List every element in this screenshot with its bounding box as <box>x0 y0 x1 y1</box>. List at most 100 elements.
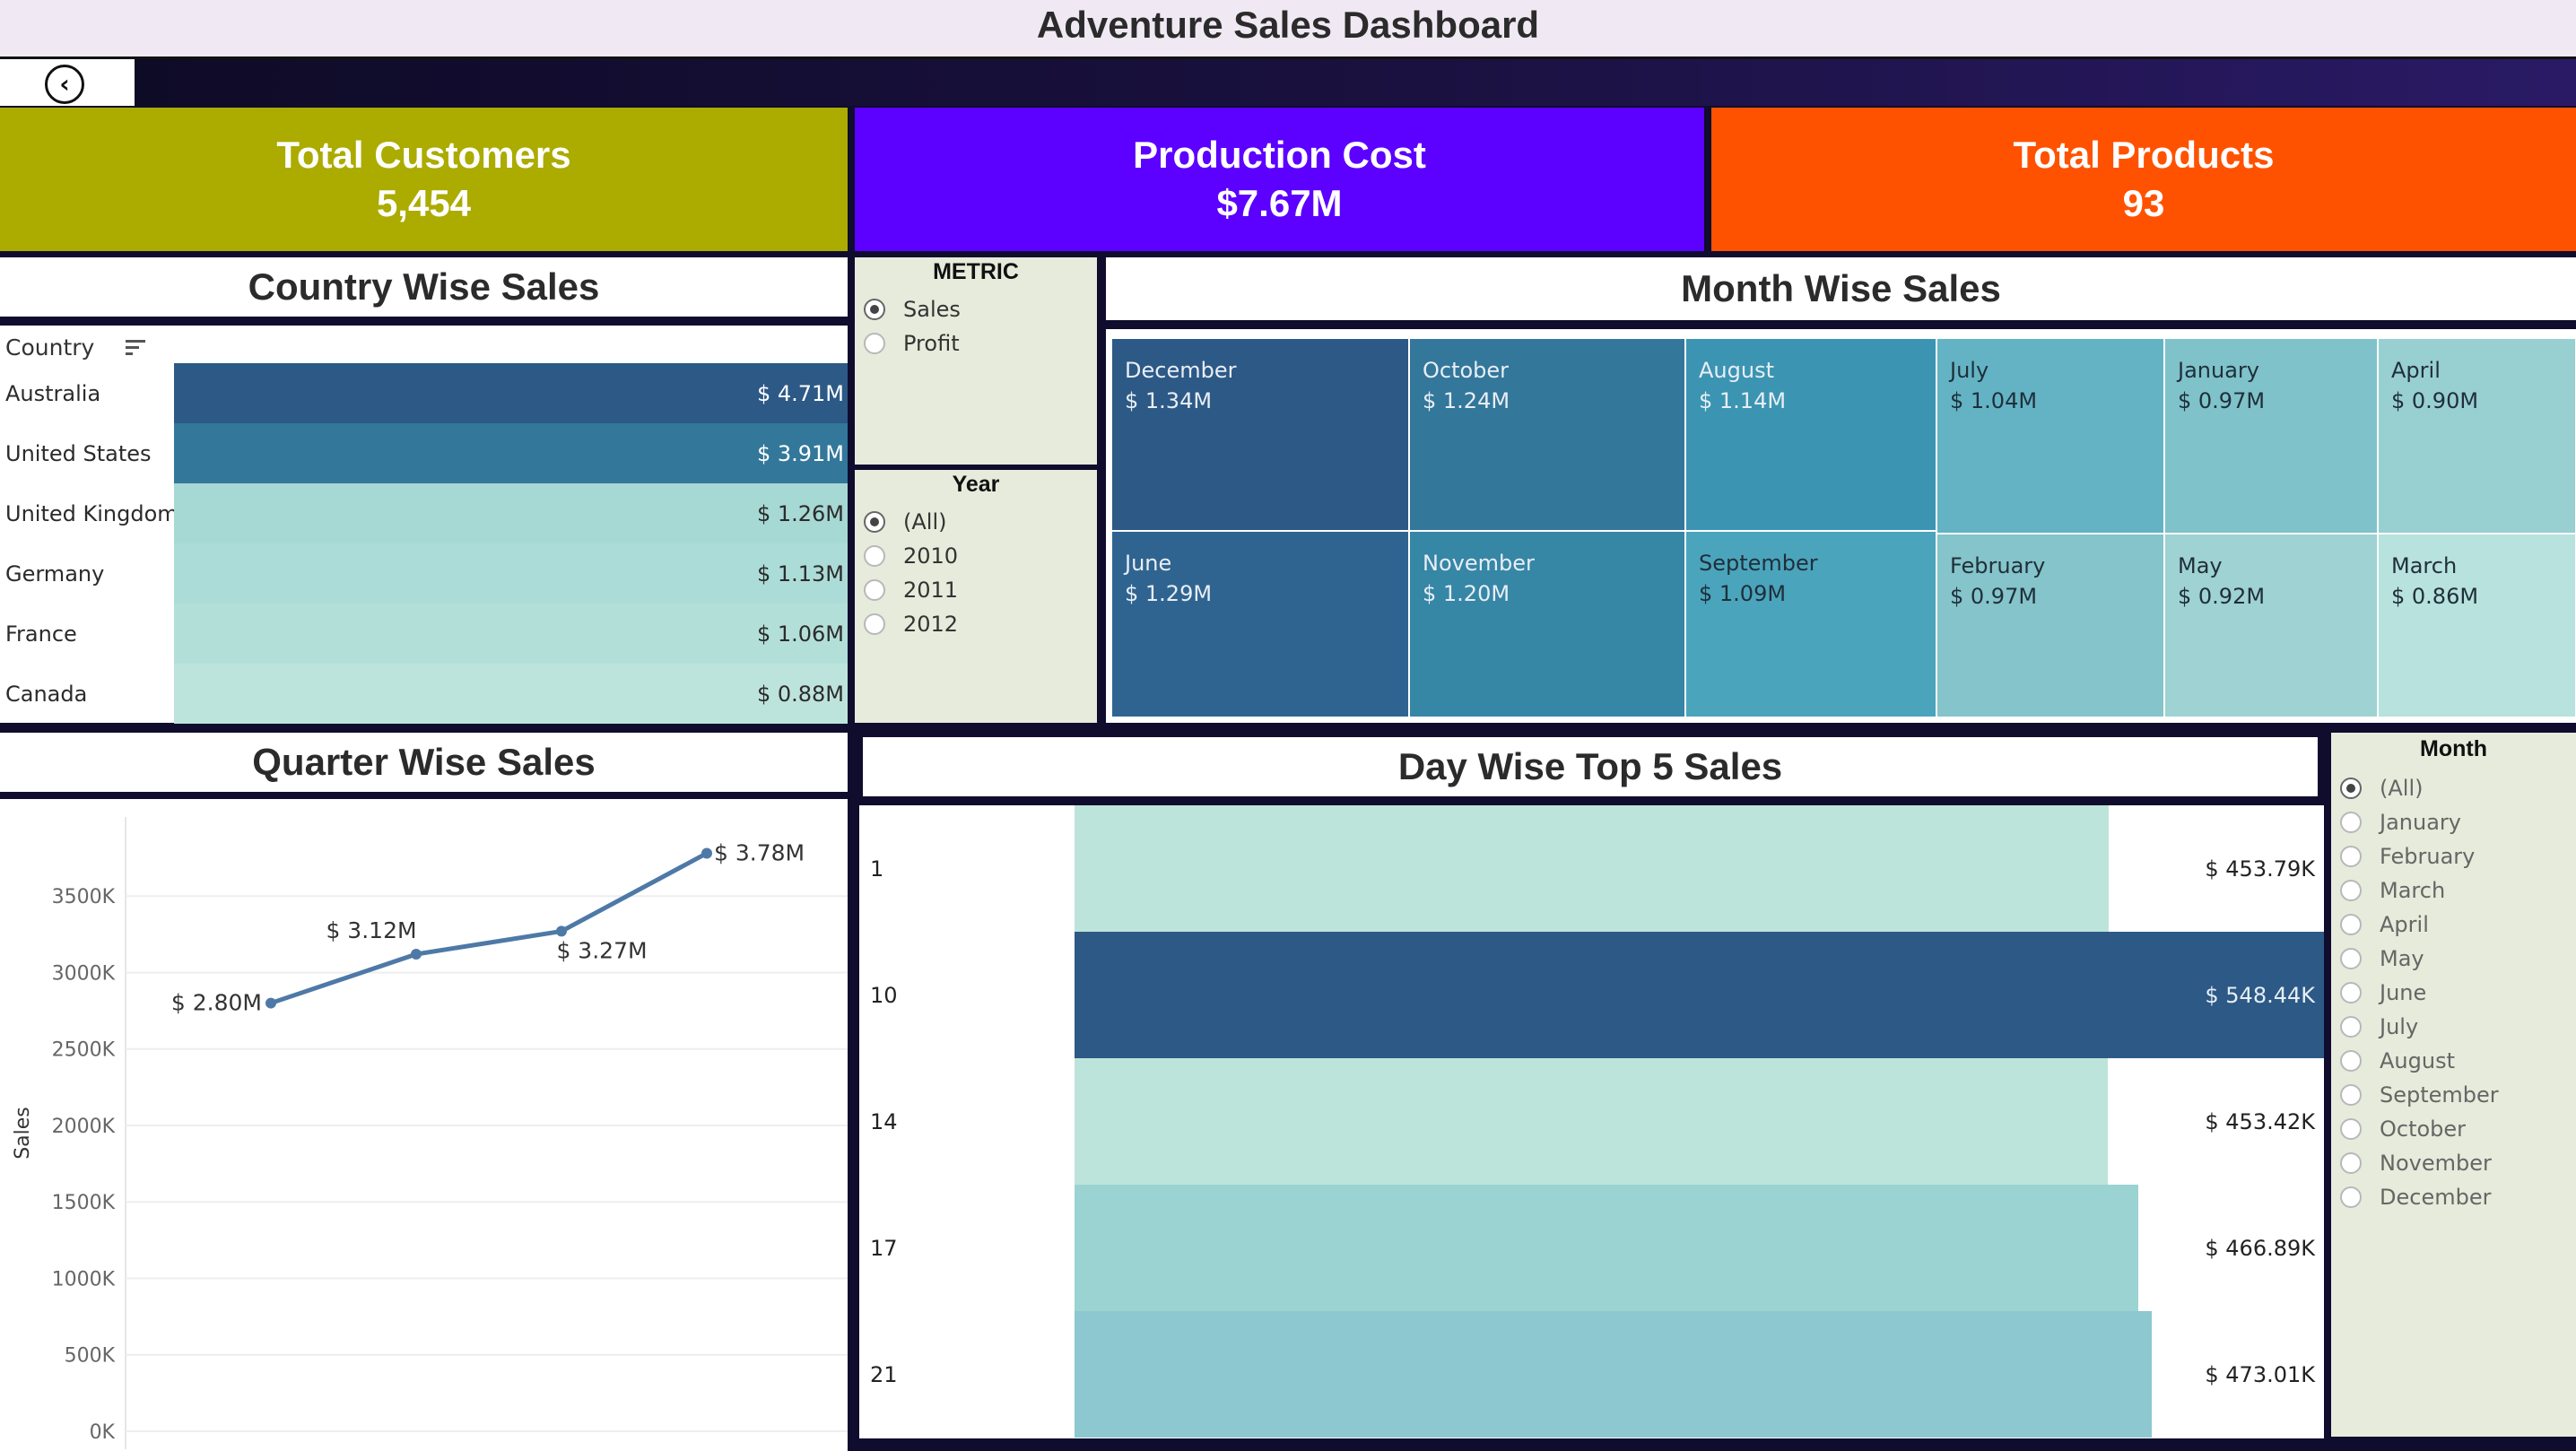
radio-button[interactable] <box>2340 948 2362 969</box>
month-tile-value: $ 1.29M <box>1125 581 1213 606</box>
month-sales-title: Month Wise Sales <box>1106 257 2576 320</box>
filter-option-label: (All) <box>903 509 947 534</box>
filter-option-april[interactable]: April <box>2340 910 2429 939</box>
month-tile[interactable]: October $ 1.24M <box>1409 338 1685 531</box>
country-sales-value: $ 1.13M <box>756 560 844 586</box>
metric-filter-title: METRIC <box>933 259 1019 284</box>
country-row[interactable]: Canada $ 0.88M <box>0 664 848 724</box>
month-tile[interactable]: June $ 1.29M <box>1111 531 1409 717</box>
chevron-left-icon[interactable]: ‹ <box>45 65 84 104</box>
radio-button[interactable] <box>2340 1050 2362 1072</box>
country-sales-cell <box>174 483 848 543</box>
filter-option-may[interactable]: May <box>2340 944 2424 973</box>
filter-option-july[interactable]: July <box>2340 1012 2418 1041</box>
month-sales-treemap: December $ 1.34M June $ 1.29M October $ 1.24M… <box>1106 329 2576 723</box>
filter-option-label: 2010 <box>903 543 959 569</box>
filter-option-august[interactable]: August <box>2340 1047 2455 1075</box>
data-label: $ 3.12M <box>326 917 416 943</box>
month-tile[interactable]: May $ 0.92M <box>2164 534 2378 717</box>
day-sales-title: Day Wise Top 5 Sales <box>863 737 2318 796</box>
radio-button[interactable] <box>864 299 885 320</box>
country-row[interactable]: France $ 1.06M <box>0 604 848 664</box>
filter-option-label: June <box>2380 980 2427 1005</box>
country-row[interactable]: United Kingdom $ 1.26M <box>0 483 848 543</box>
radio-button[interactable] <box>864 579 885 601</box>
country-row[interactable]: United States $ 3.91M <box>0 423 848 483</box>
month-tile[interactable]: September $ 1.09M <box>1685 531 1936 717</box>
filter-option-label: August <box>2380 1048 2455 1073</box>
month-tile-value: $ 1.14M <box>1699 388 1787 413</box>
filter-option-2010[interactable]: 2010 <box>864 542 958 570</box>
day-value-label: $ 466.89K <box>2205 1235 2315 1261</box>
radio-button[interactable] <box>864 545 885 567</box>
month-tile-label: September <box>1699 551 1818 576</box>
day-bar-row[interactable]: 10 $ 548.44K <box>859 932 2324 1058</box>
country-sales-value: $ 1.26M <box>756 500 844 526</box>
country-sales-table: Country Australia $ 4.71M United States $ 3… <box>0 326 848 724</box>
filter-option-september[interactable]: September <box>2340 1081 2499 1109</box>
filter-option-label: October <box>2380 1116 2467 1142</box>
day-label: 1 <box>870 856 884 882</box>
filter-option-june[interactable]: June <box>2340 978 2426 1007</box>
month-tile-value: $ 0.92M <box>2178 584 2266 609</box>
day-bar-row[interactable]: 17 $ 466.89K <box>859 1185 2324 1311</box>
radio-button[interactable] <box>2340 914 2362 935</box>
month-tile[interactable]: February $ 0.97M <box>1936 534 2164 717</box>
radio-button[interactable] <box>864 511 885 533</box>
country-row[interactable]: Australia $ 4.71M <box>0 363 848 423</box>
filter-option-label: December <box>2380 1185 2492 1210</box>
filter-option-december[interactable]: December <box>2340 1183 2491 1212</box>
filter-option-profit[interactable]: Profit <box>864 329 960 358</box>
sort-icon[interactable] <box>124 338 147 358</box>
day-bar-row[interactable]: 1 $ 453.79K <box>859 805 2324 932</box>
data-point <box>411 949 422 960</box>
day-bar-row[interactable]: 21 $ 473.01K <box>859 1311 2324 1438</box>
month-tile-label: January <box>2178 358 2259 383</box>
month-tile[interactable]: November $ 1.20M <box>1409 531 1685 717</box>
radio-button[interactable] <box>2340 812 2362 833</box>
y-tick-label: 1500K <box>52 1192 116 1214</box>
month-tile-label: May <box>2178 553 2223 578</box>
country-row[interactable]: Germany $ 1.13M <box>0 543 848 604</box>
radio-button[interactable] <box>2340 982 2362 1004</box>
filter-option-2011[interactable]: 2011 <box>864 576 958 604</box>
radio-button[interactable] <box>2340 778 2362 799</box>
radio-button[interactable] <box>2340 880 2362 901</box>
country-sales-value: $ 4.71M <box>756 380 844 406</box>
month-tile[interactable]: April $ 0.90M <box>2378 338 2576 534</box>
filter-option-march[interactable]: March <box>2340 876 2445 905</box>
filter-option-label: February <box>2380 844 2476 869</box>
month-tile-value: $ 0.90M <box>2391 388 2479 413</box>
radio-button[interactable] <box>2340 1152 2362 1174</box>
radio-button[interactable] <box>2340 1186 2362 1208</box>
filter-option-all[interactable]: (All) <box>864 508 946 536</box>
radio-button[interactable] <box>2340 846 2362 867</box>
month-tile[interactable]: December $ 1.34M <box>1111 338 1409 531</box>
filter-option-all[interactable]: (All) <box>2340 774 2423 803</box>
radio-button[interactable] <box>2340 1016 2362 1038</box>
y-tick-label: 2500K <box>52 1039 116 1062</box>
month-tile-label: August <box>1699 358 1774 383</box>
filter-option-november[interactable]: November <box>2340 1149 2492 1177</box>
radio-button[interactable] <box>864 333 885 354</box>
country-column-header[interactable]: Country <box>5 335 94 361</box>
month-tile[interactable]: July $ 1.04M <box>1936 338 2164 534</box>
country-name: United Kingdom <box>5 500 178 526</box>
dashboard-title: Adventure Sales Dashboard <box>1036 4 1540 46</box>
radio-button[interactable] <box>864 613 885 635</box>
filter-option-2012[interactable]: 2012 <box>864 610 958 639</box>
year-filter: Year (All) 2010 2011 2012 <box>855 470 1097 723</box>
back-button[interactable]: ‹ <box>0 59 135 106</box>
radio-button[interactable] <box>2340 1118 2362 1140</box>
data-label: $ 3.27M <box>556 937 647 963</box>
day-label: 10 <box>870 982 898 1008</box>
month-tile[interactable]: August $ 1.14M <box>1685 338 1936 531</box>
filter-option-sales[interactable]: Sales <box>864 295 961 324</box>
filter-option-january[interactable]: January <box>2340 808 2461 837</box>
filter-option-october[interactable]: October <box>2340 1115 2466 1143</box>
month-tile[interactable]: March $ 0.86M <box>2378 534 2576 717</box>
radio-button[interactable] <box>2340 1084 2362 1106</box>
month-tile[interactable]: January $ 0.97M <box>2164 338 2378 534</box>
day-bar-row[interactable]: 14 $ 453.42K <box>859 1058 2324 1185</box>
filter-option-february[interactable]: February <box>2340 842 2475 871</box>
